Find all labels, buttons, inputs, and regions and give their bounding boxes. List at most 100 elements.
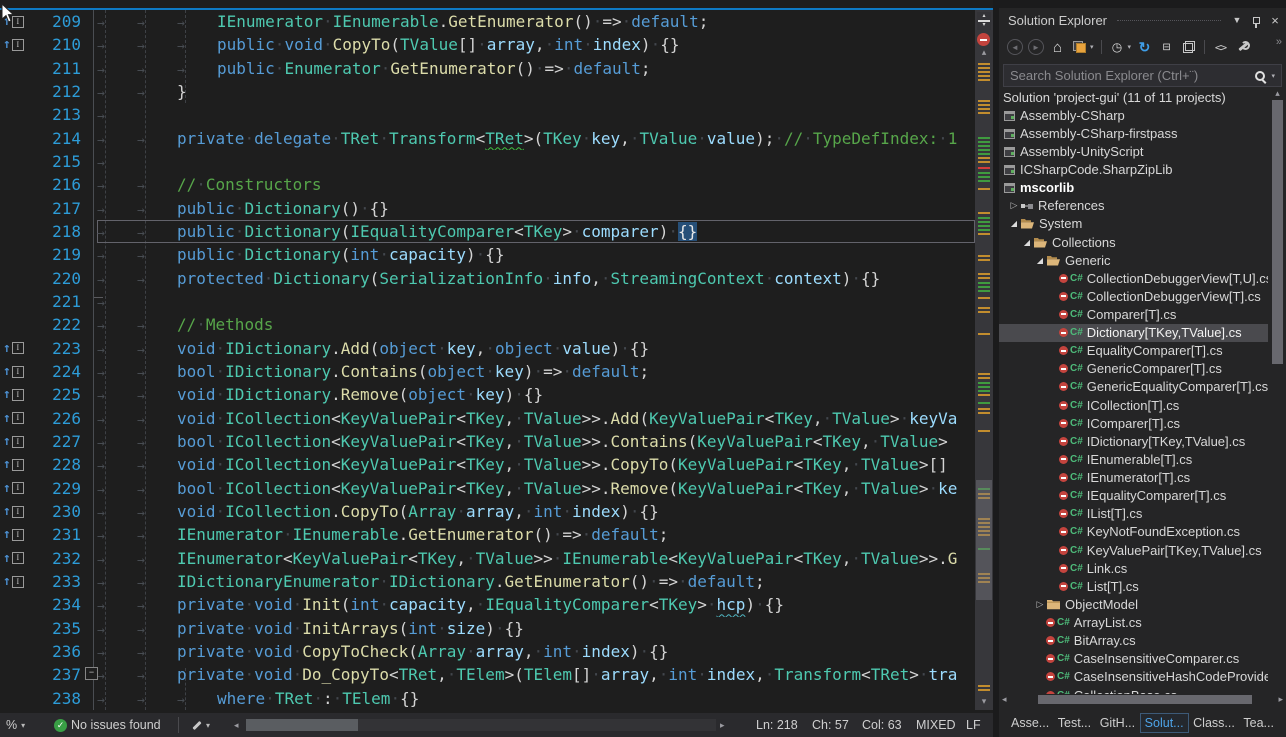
inheritance-arrow-icon[interactable]: ↑	[3, 435, 11, 448]
tree-item-genericequalitycomparer-t-cs[interactable]: C#GenericEqualityComparer[T].cs	[999, 378, 1268, 396]
window-position-icon[interactable]: ▼	[1229, 12, 1245, 28]
zoom-control[interactable]: % ▾	[6, 713, 25, 737]
back-button[interactable]: ◄	[1007, 39, 1023, 55]
search-icon[interactable]	[1255, 71, 1265, 81]
inheritance-arrow-icon[interactable]: ↑	[3, 342, 11, 355]
tree-item-genericcomparer-t-cs[interactable]: C#GenericComparer[T].cs	[999, 360, 1268, 378]
code-text[interactable]: →→public·Dictionary()·{}	[97, 197, 975, 220]
expander-expanded-icon[interactable]: ◢	[1021, 238, 1033, 247]
code-line-232[interactable]: ↑I232→→IEnumerator<KeyValuePair<TKey,·TV…	[0, 547, 993, 570]
home-button[interactable]: ⌂	[1049, 39, 1066, 56]
tree-item-objectmodel[interactable]: ▷ObjectModel	[999, 595, 1268, 613]
tree-item-collectiondebuggerview-t-u-cs[interactable]: C#CollectionDebuggerView[T,U].cs	[999, 269, 1268, 287]
horizontal-scrollbar-thumb[interactable]	[246, 719, 358, 731]
implements-interface-icon[interactable]: I	[12, 389, 24, 401]
pin-icon[interactable]	[1248, 12, 1264, 28]
panel-tab-tea[interactable]: Tea...	[1239, 714, 1278, 732]
tree-item-iequalitycomparer-t-cs[interactable]: C#IEqualityComparer[T].cs	[999, 487, 1268, 505]
code-text[interactable]: →→private·delegate·TRet·Transform<TRet>(…	[97, 127, 975, 150]
inheritance-arrow-icon[interactable]: ↑	[3, 412, 11, 425]
tree-item-references[interactable]: ▷References	[999, 197, 1268, 215]
code-line-219[interactable]: 219→→public·Dictionary(int·capacity)·{}	[0, 243, 993, 266]
code-line-216[interactable]: 216→→//·Constructors	[0, 173, 993, 196]
scrollbar-thumb[interactable]	[976, 480, 992, 600]
tree-item-assembly-csharp-firstpass[interactable]: Assembly-CSharp-firstpass	[999, 124, 1268, 142]
code-line-222[interactable]: 222→→//·Methods	[0, 313, 993, 336]
implements-interface-icon[interactable]: I	[12, 529, 24, 541]
tree-item-mscorlib[interactable]: mscorlib	[999, 179, 1268, 197]
code-text[interactable]: →→//·Constructors	[97, 173, 975, 196]
inheritance-arrow-icon[interactable]: ↑	[3, 528, 11, 541]
tree-item-comparer-t-cs[interactable]: C#Comparer[T].cs	[999, 305, 1268, 323]
panel-tab-solut[interactable]: Solut...	[1140, 713, 1189, 733]
tree-item-system[interactable]: ◢System	[999, 215, 1268, 233]
code-line-229[interactable]: ↑I229→→bool·ICollection<KeyValuePair<TKe…	[0, 477, 993, 500]
status-encoding[interactable]: MIXED	[916, 713, 956, 737]
tree-item-icsharpcode-sharpziplib[interactable]: ICSharpCode.SharpZipLib	[999, 160, 1268, 178]
view-code-button[interactable]: <>	[1212, 39, 1229, 56]
issues-indicator[interactable]: ✓ No issues found	[54, 713, 161, 737]
code-text[interactable]: →	[97, 103, 975, 126]
tree-item-assembly-unityscript[interactable]: Assembly-UnityScript	[999, 142, 1268, 160]
panel-tab-asse[interactable]: Asse...	[1007, 714, 1053, 732]
caret-down-icon[interactable]: ▾	[1271, 72, 1275, 80]
panel-hscrollbar-thumb[interactable]	[1038, 695, 1252, 704]
expander-collapsed-icon[interactable]: ▷	[1034, 599, 1046, 610]
implements-interface-icon[interactable]: I	[12, 506, 24, 518]
hscroll-right-button[interactable]: ▸	[720, 713, 725, 737]
code-line-215[interactable]: 215→	[0, 150, 993, 173]
code-line-227[interactable]: ↑I227→→bool·ICollection<KeyValuePair<TKe…	[0, 430, 993, 453]
tree-item-collectiondebuggerview-t-cs[interactable]: C#CollectionDebuggerView[T].cs	[999, 287, 1268, 305]
scroll-up-icon[interactable]: ▴	[975, 47, 993, 58]
code-text[interactable]: →→}	[97, 80, 975, 103]
inheritance-arrow-icon[interactable]: ↑	[3, 365, 11, 378]
code-line-225[interactable]: ↑I225→→void·IDictionary.Remove(object·ke…	[0, 383, 993, 406]
tree-item-ienumerator-t-cs[interactable]: C#IEnumerator[T].cs	[999, 469, 1268, 487]
code-text[interactable]: →→IDictionaryEnumerator·IDictionary.GetE…	[97, 570, 975, 593]
search-box[interactable]: ▾	[1003, 64, 1282, 87]
implements-interface-icon[interactable]: I	[12, 366, 24, 378]
inheritance-arrow-icon[interactable]: ↑	[3, 505, 11, 518]
code-text[interactable]: →→void·ICollection.CopyTo(Array·array,·i…	[97, 500, 975, 523]
expander-expanded-icon[interactable]: ◢	[1008, 219, 1020, 228]
code-line-221[interactable]: 221→	[0, 290, 993, 313]
code-line-231[interactable]: ↑I231→→IEnumerator·IEnumerable.GetEnumer…	[0, 523, 993, 546]
code-text[interactable]: →→bool·ICollection<KeyValuePair<TKey,·TV…	[97, 430, 975, 453]
switch-views-button[interactable]	[1071, 39, 1088, 56]
code-text[interactable]: →→→where·TRet·:·TElem·{}	[97, 687, 975, 710]
code-line-217[interactable]: 217→→public·Dictionary()·{}	[0, 197, 993, 220]
properties-wrench-button[interactable]	[1234, 39, 1251, 56]
code-line-237[interactable]: 237→→private·void·Do_CopyTo<TRet,·TElem>…	[0, 663, 993, 686]
code-line-214[interactable]: 214→→private·delegate·TRet·Transform<TRe…	[0, 127, 993, 150]
code-text[interactable]: →→void·ICollection<KeyValuePair<TKey,·TV…	[97, 407, 975, 430]
panel-tab-class[interactable]: Class...	[1189, 714, 1239, 732]
horizontal-scrollbar[interactable]	[246, 719, 716, 731]
panel-tab-test[interactable]: Test...	[1054, 714, 1095, 732]
inheritance-arrow-icon[interactable]: ↑	[3, 388, 11, 401]
tree-item-assembly-csharp[interactable]: Assembly-CSharp	[999, 106, 1268, 124]
inheritance-arrow-icon[interactable]: ↑	[3, 38, 11, 51]
code-text[interactable]: →→void·ICollection<KeyValuePair<TKey,·TV…	[97, 453, 975, 476]
search-input[interactable]	[1004, 68, 1255, 83]
tree-item-bitarray-cs[interactable]: C#BitArray.cs	[999, 632, 1268, 650]
tree-item-generic[interactable]: ◢Generic	[999, 251, 1268, 269]
inheritance-arrow-icon[interactable]: ↑	[3, 575, 11, 588]
pending-changes-filter-button[interactable]: ◷	[1109, 39, 1126, 56]
editor-vertical-scrollbar[interactable]: ▴▾ ▴ ▾	[975, 10, 993, 710]
code-text[interactable]: →→private·void·Do_CopyTo<TRet,·TElem>(TE…	[97, 663, 975, 686]
code-text[interactable]: →→public·Dictionary(IEqualityComparer<TK…	[97, 220, 975, 243]
tree-item-collections[interactable]: ◢Collections	[999, 233, 1268, 251]
code-text[interactable]: →→→IEnumerator·IEnumerable.GetEnumerator…	[97, 10, 975, 33]
code-text[interactable]: →→private·void·CopyToCheck(Array·array,·…	[97, 640, 975, 663]
scroll-left-icon[interactable]: ◂	[1002, 694, 1007, 705]
code-line-218[interactable]: 218→→public·Dictionary(IEqualityComparer…	[0, 220, 993, 243]
code-line-210[interactable]: ↑I210→→→public·void·CopyTo(TValue[]·arra…	[0, 33, 993, 56]
expander-expanded-icon[interactable]: ◢	[1034, 256, 1046, 265]
code-line-223[interactable]: ↑I223→→void·IDictionary.Add(object·key,·…	[0, 337, 993, 360]
code-text[interactable]: →→void·IDictionary.Add(object·key,·objec…	[97, 337, 975, 360]
scroll-down-icon[interactable]: ▾	[975, 696, 993, 707]
code-editor[interactable]: ↑I209→→→IEnumerator·IEnumerable.GetEnume…	[0, 0, 993, 737]
inheritance-arrow-icon[interactable]: ↑	[3, 552, 11, 565]
expander-collapsed-icon[interactable]: ▷	[1008, 200, 1020, 211]
fold-collapse-icon[interactable]: −	[85, 667, 98, 680]
